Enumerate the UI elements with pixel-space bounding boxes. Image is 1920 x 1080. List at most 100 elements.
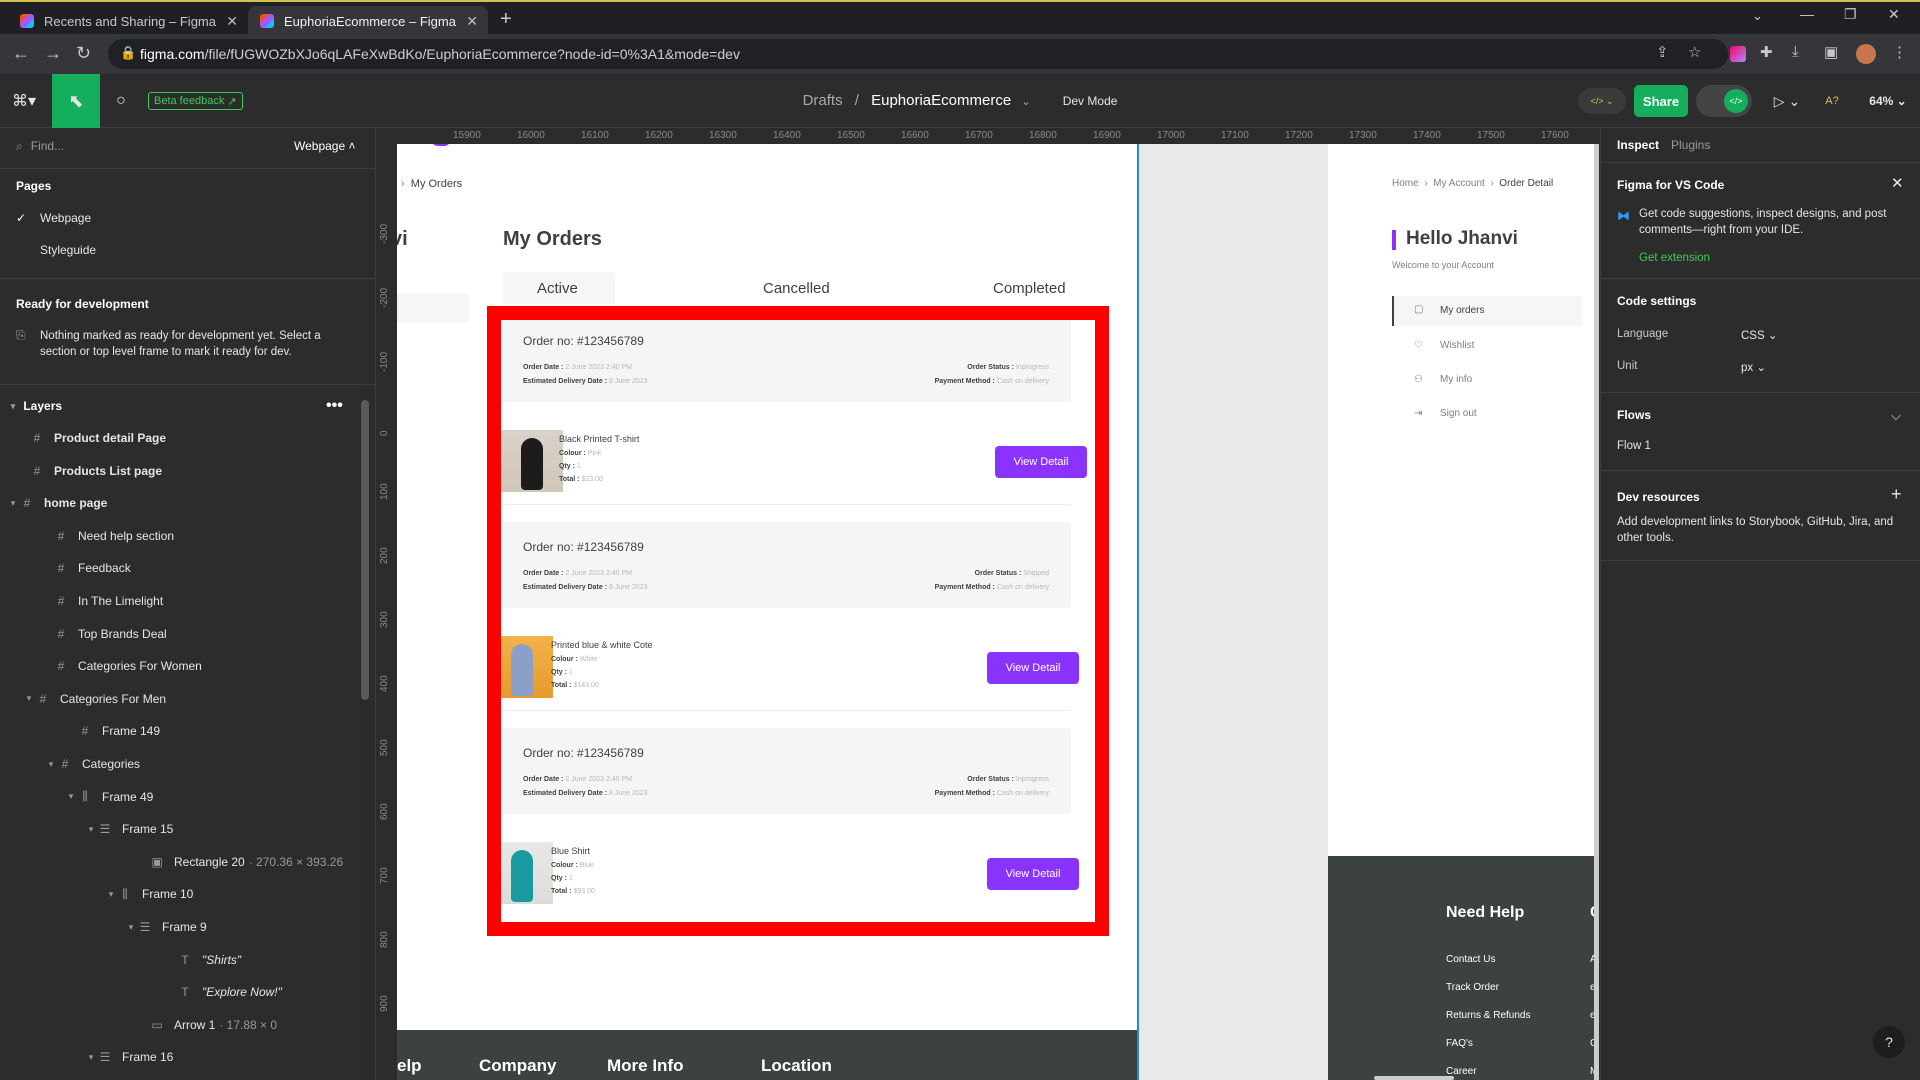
ruler-tick: 700: [379, 867, 390, 884]
find-input[interactable]: Find...: [31, 139, 251, 153]
page-select[interactable]: Webpage ˄: [294, 139, 356, 153]
product-image[interactable]: [491, 842, 553, 904]
zoom-menu[interactable]: 64% ⌄: [1862, 86, 1914, 116]
view-detail-button[interactable]: View Detail: [987, 858, 1079, 890]
chevron-down-icon[interactable]: ⌄: [1021, 96, 1030, 108]
tab-inspect[interactable]: Inspect: [1617, 138, 1659, 152]
tab-recents[interactable]: Recents and Sharing – Figma ✕: [8, 6, 248, 36]
help-link[interactable]: Track Order: [1446, 982, 1499, 993]
forward-icon[interactable]: →: [44, 43, 62, 64]
caret-icon[interactable]: ▾: [104, 889, 118, 900]
language-select[interactable]: CSS ⌄: [1741, 328, 1778, 342]
layer-item[interactable]: ▾ # Categories: [0, 748, 360, 780]
reload-icon[interactable]: ↻: [76, 43, 91, 64]
puzzle-icon[interactable]: ✚: [1760, 43, 1773, 61]
frame-order-detail[interactable]: Home › My Account › Order Detail Hello J…: [1328, 144, 1599, 1080]
layer-item[interactable]: ▣ Rectangle 20 · 270.36 × 393.26: [0, 846, 360, 878]
scrollbar-thumb[interactable]: [361, 400, 369, 700]
caret-icon[interactable]: ▾: [44, 759, 58, 770]
menu-icon[interactable]: ⋮: [1892, 43, 1907, 61]
product-image[interactable]: [501, 430, 563, 492]
minimize-icon[interactable]: —: [1800, 6, 1814, 22]
close-tab-icon[interactable]: ✕: [226, 13, 238, 30]
help-button[interactable]: ?: [1873, 1026, 1905, 1058]
close-icon[interactable]: ✕: [1891, 174, 1904, 192]
close-tab-icon[interactable]: ✕: [466, 13, 478, 30]
file-name[interactable]: EuphoriaEcommerce: [871, 92, 1011, 109]
layer-item[interactable]: T "Shirts": [0, 944, 360, 976]
unit-select[interactable]: px ⌄: [1741, 360, 1766, 374]
share-page-icon[interactable]: ⇪: [1656, 43, 1669, 61]
close-window-icon[interactable]: ✕: [1888, 6, 1900, 23]
get-extension-link[interactable]: Get extension: [1639, 252, 1710, 264]
layer-item[interactable]: # Frame 149: [0, 715, 360, 747]
layer-item[interactable]: # In The Limelight: [0, 585, 360, 617]
layer-item[interactable]: ▾ ⫼ Frame 10: [0, 878, 360, 910]
page-item-webpage[interactable]: ✓ Webpage: [0, 202, 360, 234]
product-image[interactable]: [491, 636, 553, 698]
present-icon[interactable]: ▷ ⌄: [1770, 86, 1804, 116]
flow-item[interactable]: Flow 1: [1617, 440, 1651, 452]
layer-item[interactable]: # Categories For Women: [0, 650, 360, 682]
url-field[interactable]: 🔒 figma.com /file/fUGWOZbXJo6qLAFeXwBdKo…: [108, 39, 1728, 69]
share-button[interactable]: Share: [1634, 85, 1688, 117]
new-tab-icon[interactable]: +: [500, 8, 512, 31]
back-icon[interactable]: ←: [12, 43, 30, 64]
extension-icon[interactable]: [1730, 46, 1746, 62]
layer-item[interactable]: ▾ ☰ Frame 9: [0, 911, 360, 943]
layer-item[interactable]: ▾ ⫼ Frame 49: [0, 781, 360, 813]
bookmark-star-icon[interactable]: ☆: [1688, 43, 1701, 61]
drafts-link[interactable]: Drafts: [803, 92, 843, 109]
tab-euphoria[interactable]: EuphoriaEcommerce – Figma ✕: [248, 6, 488, 36]
caret-down-icon[interactable]: ▾: [6, 401, 20, 412]
caret-icon[interactable]: ▾: [6, 498, 20, 509]
tab-completed[interactable]: Completed: [993, 280, 1066, 297]
menu-item-my-info[interactable]: My info: [1440, 374, 1472, 385]
add-icon[interactable]: +: [1891, 484, 1902, 505]
caret-icon[interactable]: ▾: [84, 824, 98, 835]
caret-icon[interactable]: ▾: [124, 922, 138, 933]
ruler-tick: 400: [379, 675, 390, 692]
layer-item[interactable]: # Products List page: [0, 455, 360, 487]
view-detail-button[interactable]: View Detail: [995, 446, 1087, 478]
restore-icon[interactable]: ❐: [1844, 6, 1857, 23]
tab-plugins[interactable]: Plugins: [1671, 138, 1710, 152]
collapse-icon[interactable]: ⌵: [1891, 408, 1901, 424]
view-detail-button[interactable]: View Detail: [987, 652, 1079, 684]
layer-item[interactable]: # Top Brands Deal: [0, 618, 360, 650]
help-link[interactable]: Returns & Refunds: [1446, 1010, 1531, 1021]
layer-item[interactable]: T "Explore Now!": [0, 976, 360, 1008]
tab-search-icon[interactable]: ⌄: [1752, 8, 1763, 24]
layer-item[interactable]: ▾ # Categories For Men: [0, 683, 360, 715]
caret-icon[interactable]: ▾: [64, 791, 78, 802]
menu-item-wishlist[interactable]: Wishlist: [1440, 340, 1474, 351]
tab-cancelled[interactable]: Cancelled: [763, 280, 830, 297]
help-link[interactable]: Contact Us: [1446, 954, 1495, 965]
layer-item[interactable]: # Product detail Page: [0, 422, 360, 454]
caret-icon[interactable]: ▾: [84, 1052, 98, 1063]
download-icon[interactable]: ⤓: [1792, 43, 1799, 60]
sidepanel-icon[interactable]: ▣: [1824, 43, 1838, 61]
layer-item[interactable]: ▾ ☰ Frame 15: [0, 813, 360, 845]
frame-my-orders[interactable]: › My Orders vi My Orders Active Cancelle…: [397, 144, 1137, 1080]
menu-item-sign-out[interactable]: Sign out: [1440, 408, 1477, 419]
more-options-icon[interactable]: •••: [326, 397, 343, 415]
layers-scrollbar[interactable]: [360, 390, 370, 1080]
canvas-scrollbar[interactable]: [1594, 144, 1599, 1080]
design-canvas[interactable]: 15900 16000 16100 16200 16300 16400 16500 16600…: [377, 128, 1599, 1080]
layer-item[interactable]: ▾ ☰ Frame 16: [0, 1041, 360, 1073]
page-item-styleguide[interactable]: Styleguide: [0, 234, 360, 266]
layer-item[interactable]: ▾ # home page: [0, 487, 360, 519]
menu-item-my-orders[interactable]: ▢ My orders: [1392, 296, 1582, 326]
unit-label: Unit: [1617, 360, 1638, 372]
layer-item[interactable]: ▭ Arrow 1 · 17.88 × 0: [0, 1009, 360, 1041]
font-warning-icon[interactable]: A?: [1820, 86, 1844, 116]
layer-item[interactable]: # Feedback: [0, 552, 360, 584]
caret-icon[interactable]: ▾: [22, 693, 36, 704]
tab-active[interactable]: Active: [503, 272, 615, 304]
profile-avatar[interactable]: [1856, 44, 1876, 64]
dev-mode-toggle[interactable]: </>: [1696, 85, 1752, 117]
code-badge-icon[interactable]: </> ⌄: [1578, 88, 1626, 114]
layer-item[interactable]: # Need help section: [0, 520, 360, 552]
help-link[interactable]: FAQ's: [1446, 1038, 1473, 1049]
